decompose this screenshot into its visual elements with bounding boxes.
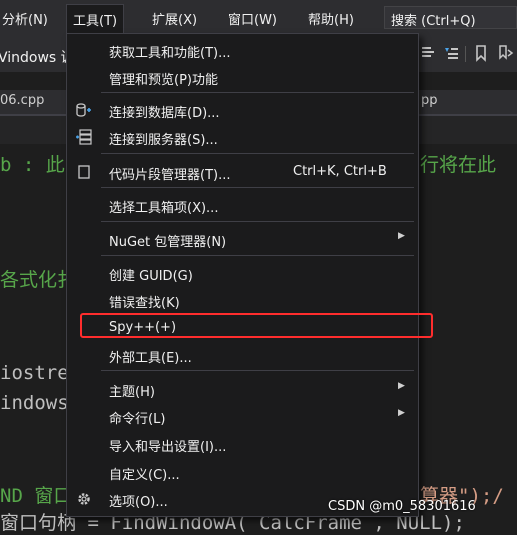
menu-item-label: 命令行(L) — [109, 412, 166, 427]
code-comment-right: 行将在此 — [420, 154, 497, 176]
menu-item-label: NuGet 包管理器(N) — [109, 235, 227, 250]
menu-item-code-snippets[interactable]: 代码片段管理器(T)... Ctrl+K, Ctrl+B — [67, 159, 418, 185]
menu-item-label: 选择工具箱项(X)... — [109, 201, 219, 216]
menu-separator — [101, 255, 414, 256]
menu-item-label: 获取工具和功能(T)... — [109, 46, 231, 61]
menu-separator — [101, 153, 414, 154]
menu-tools[interactable]: 工具(T) — [66, 4, 125, 35]
bookmark-next-icon[interactable] — [496, 44, 514, 62]
submenu-arrow-icon: ▶ — [398, 381, 405, 391]
menu-analysis[interactable]: 分析(N) — [2, 9, 48, 28]
menu-item-error-lookup[interactable]: 错误查找(K) — [67, 287, 418, 313]
tab-file-right[interactable]: pp — [421, 93, 438, 108]
toolbar-partial-text: Vindows 调 — [0, 50, 75, 66]
menu-item-get-tools[interactable]: 获取工具和功能(T)... — [67, 37, 418, 63]
submenu-arrow-icon: ▶ — [398, 408, 405, 418]
submenu-arrow-icon: ▶ — [398, 231, 405, 241]
menu-item-label: 连接到数据库(D)... — [109, 106, 220, 121]
code-snippet-icon — [75, 163, 93, 181]
menu-item-label: 创建 GUID(G) — [109, 269, 193, 284]
menu-separator — [101, 370, 414, 371]
uncomment-lines-icon[interactable] — [442, 44, 460, 62]
menu-item-manage-preview[interactable]: 管理和预览(P)功能 — [67, 64, 418, 90]
menu-item-label: 管理和预览(P)功能 — [109, 73, 218, 88]
tab-file-left[interactable]: 06.cpp — [0, 93, 44, 108]
menu-item-label: 导入和导出设置(I)... — [109, 440, 227, 455]
menu-bar: 分析(N) 工具(T) 扩展(X) 窗口(W) 帮助(H) 搜索 (Ctrl+Q… — [0, 0, 517, 35]
menu-separator — [101, 221, 414, 222]
menu-item-label: 代码片段管理器(T)... — [109, 168, 231, 183]
menu-extensions[interactable]: 扩展(X) — [152, 9, 197, 28]
menu-item-label: 主题(H) — [109, 385, 155, 400]
watermark-text: CSDN @m0_58301616 — [328, 499, 476, 514]
code-include-windows: indows — [0, 392, 69, 414]
code-comment-hwnd: ND 窗口 — [0, 485, 73, 507]
menu-item-external-tools[interactable]: 外部工具(E)... — [67, 342, 418, 368]
bookmark-icon[interactable] — [472, 44, 490, 62]
menu-item-label: 选项(O)... — [109, 495, 168, 510]
code-comment-format: 各式化扌 — [0, 269, 77, 291]
menu-separator — [101, 187, 414, 188]
tools-dropdown-menu: 获取工具和功能(T)... 管理和预览(P)功能 连接到数据库(D)... 连接… — [66, 33, 419, 517]
menu-separator — [101, 92, 414, 93]
menu-item-label: 连接到服务器(S)... — [109, 133, 218, 148]
menu-item-nuget[interactable]: NuGet 包管理器(N) ▶ — [67, 226, 418, 252]
comment-lines-icon[interactable] — [420, 44, 438, 62]
server-connect-icon — [75, 128, 93, 146]
menu-window[interactable]: 窗口(W) — [228, 9, 277, 28]
menu-item-customize[interactable]: 自定义(C)... — [67, 459, 418, 485]
code-include-iostream: iostre — [0, 362, 69, 384]
menu-item-shortcut: Ctrl+K, Ctrl+B — [293, 164, 387, 179]
database-connect-icon — [75, 101, 93, 119]
gear-icon — [75, 490, 93, 508]
menu-item-connect-server[interactable]: 连接到服务器(S)... — [67, 124, 418, 150]
menu-item-command-line[interactable]: 命令行(L) ▶ — [67, 403, 418, 429]
menu-item-theme[interactable]: 主题(H) ▶ — [67, 376, 418, 402]
search-box[interactable]: 搜索 (Ctrl+Q) — [384, 6, 517, 29]
menu-item-label: 自定义(C)... — [109, 468, 180, 483]
menu-item-import-export[interactable]: 导入和导出设置(I)... — [67, 431, 418, 457]
menu-help[interactable]: 帮助(H) — [308, 9, 354, 28]
code-comment-left: b : 此 — [0, 154, 65, 176]
menu-item-label: 错误查找(K) — [109, 296, 180, 311]
menu-item-connect-database[interactable]: 连接到数据库(D)... — [67, 97, 418, 123]
menu-item-choose-toolbox[interactable]: 选择工具箱项(X)... — [67, 192, 418, 218]
toolbar-separator — [465, 46, 466, 62]
menu-item-create-guid[interactable]: 创建 GUID(G) — [67, 260, 418, 286]
menu-item-label: 外部工具(E)... — [109, 351, 192, 366]
highlight-annotation-box — [80, 313, 433, 338]
